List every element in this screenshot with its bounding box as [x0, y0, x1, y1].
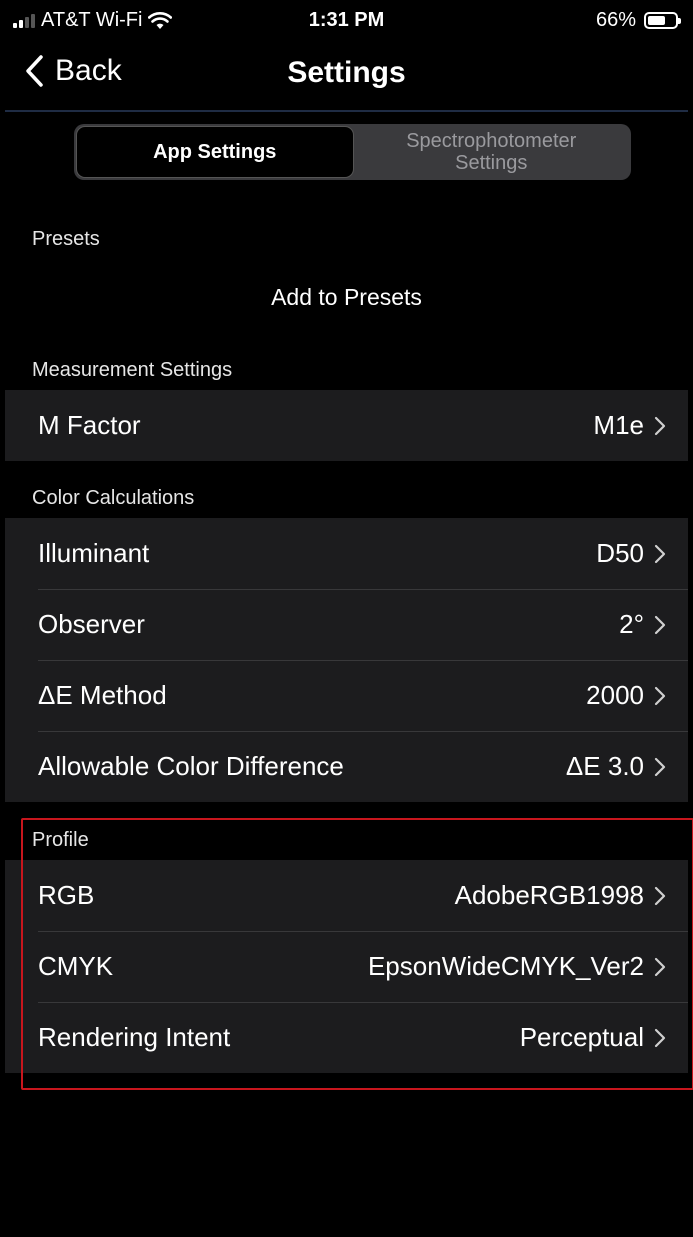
delta-e-method-row[interactable]: ΔE Method 2000 — [5, 660, 688, 731]
m-factor-row[interactable]: M Factor M1e — [5, 390, 688, 461]
chevron-right-icon — [654, 886, 666, 905]
status-time: 1:31 PM — [308, 9, 385, 31]
allowable-color-difference-row[interactable]: Allowable Color Difference ΔE 3.0 — [5, 731, 688, 802]
chevron-right-icon — [654, 757, 666, 776]
row-label: Illuminant — [38, 538, 150, 568]
row-value: EpsonWideCMYK_Ver2 — [367, 951, 644, 981]
chevron-right-icon — [654, 544, 666, 563]
settings-screen: AT&T Wi-Fi 1:31 PM 66% Back Settings App… — [5, 0, 693, 1237]
tab-spectrophotometer-settings[interactable]: Spectrophotometer Settings — [354, 126, 630, 178]
chevron-right-icon — [654, 416, 666, 435]
tab-spectro-label-line1: Spectrophotometer — [406, 130, 577, 152]
chevron-right-icon — [654, 686, 666, 705]
row-label: RGB — [38, 880, 95, 910]
observer-row[interactable]: Observer 2° — [5, 589, 688, 660]
row-value: 2° — [619, 609, 644, 639]
row-label: Rendering Intent — [38, 1022, 231, 1052]
row-label: M Factor — [38, 410, 141, 440]
measurement-settings-group: M Factor M1e — [5, 390, 688, 461]
status-bar: AT&T Wi-Fi 1:31 PM 66% — [5, 0, 688, 42]
row-value: ΔE 3.0 — [565, 751, 644, 781]
row-label: Observer — [38, 609, 145, 639]
row-label: Allowable Color Difference — [38, 751, 344, 781]
row-label: CMYK — [38, 951, 114, 981]
row-value: AdobeRGB1998 — [454, 880, 644, 910]
status-right: 66% — [595, 9, 681, 32]
add-to-presets-button[interactable]: Add to Presets — [5, 284, 688, 311]
cmyk-profile-row[interactable]: CMYK EpsonWideCMYK_Ver2 — [5, 931, 688, 1002]
rendering-intent-row[interactable]: Rendering Intent Perceptual — [5, 1002, 688, 1073]
battery-level-fill — [648, 16, 666, 25]
rgb-profile-row[interactable]: RGB AdobeRGB1998 — [5, 860, 688, 931]
chevron-right-icon — [654, 1028, 666, 1047]
tab-spectro-label: Spectrophotometer Settings — [406, 130, 576, 174]
profile-group: RGB AdobeRGB1998 CMYK EpsonWideCMYK_Ver2… — [5, 860, 688, 1073]
chevron-right-icon — [654, 615, 666, 634]
presets-header: Presets — [32, 228, 100, 250]
color-calculations-header: Color Calculations — [32, 487, 195, 509]
row-value: D50 — [596, 538, 644, 568]
row-value: M1e — [593, 410, 644, 440]
navigation-bar: Back Settings — [5, 42, 688, 112]
tab-app-settings[interactable]: App Settings — [76, 126, 354, 178]
measurement-settings-header: Measurement Settings — [32, 359, 233, 381]
chevron-right-icon — [654, 957, 666, 976]
profile-header: Profile — [32, 829, 89, 851]
row-label: ΔE Method — [38, 680, 167, 710]
settings-segmented-control: App Settings Spectrophotometer Settings — [74, 124, 631, 180]
tab-spectro-label-line2: Settings — [455, 152, 528, 174]
battery-icon — [644, 12, 681, 29]
illuminant-row[interactable]: Illuminant D50 — [5, 518, 688, 589]
row-value: Perceptual — [519, 1022, 644, 1052]
page-title: Settings — [287, 56, 406, 89]
row-value: 2000 — [586, 680, 644, 710]
tab-app-settings-label: App Settings — [153, 141, 277, 163]
color-calculations-group: Illuminant D50 Observer 2° ΔE Method 200… — [5, 518, 688, 802]
battery-percent: 66% — [595, 9, 636, 31]
